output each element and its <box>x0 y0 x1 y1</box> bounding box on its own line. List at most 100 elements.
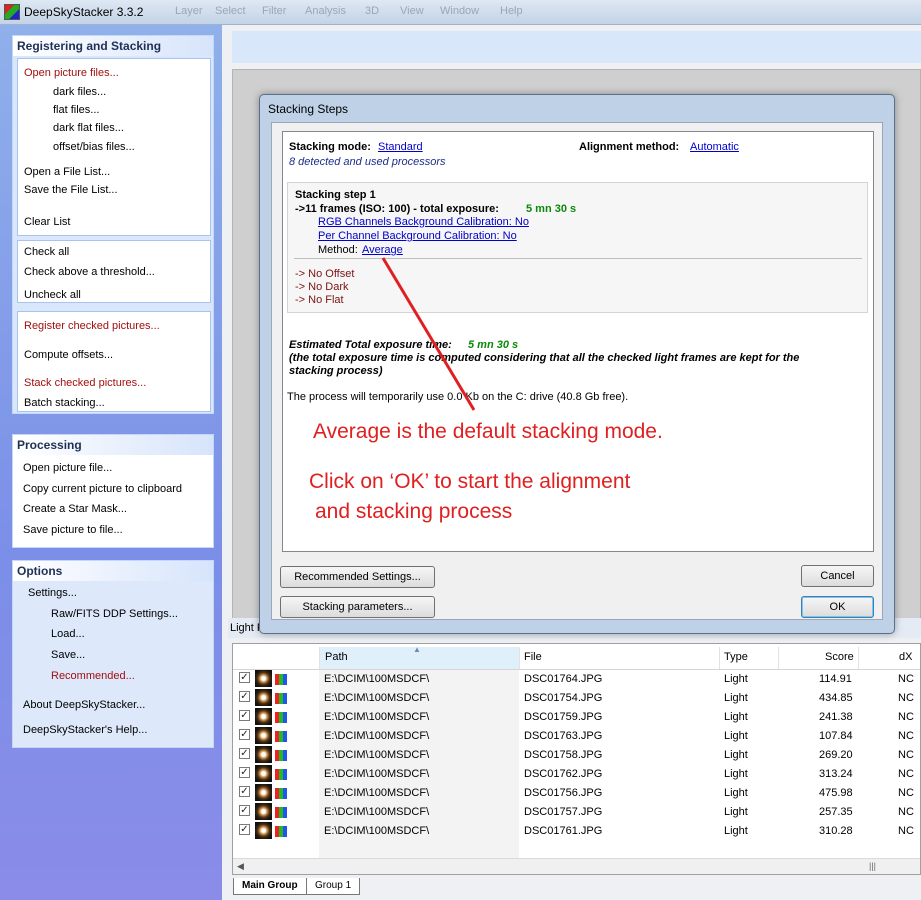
cell-score: 310.28 <box>819 825 853 837</box>
save-file-list-link[interactable]: Save the File List... <box>24 184 118 196</box>
list-header: Path ▲ File Type Score dX <box>233 645 920 670</box>
table-row[interactable]: ✓ E:\DCIM\100MSDCF\ DSC01758.JPG Light 269.2… <box>233 746 920 765</box>
rgb-calibration-link[interactable]: RGB Channels Background Calibration: No <box>318 216 529 228</box>
cell-file: DSC01754.JPG <box>524 692 603 704</box>
row-checkbox[interactable]: ✓ <box>239 710 250 721</box>
histogram-icon <box>275 693 287 704</box>
recommended-settings-link[interactable]: Recommended... <box>51 670 135 682</box>
frame-thumbnail-icon <box>255 746 272 763</box>
histogram-icon <box>275 731 287 742</box>
window-title: DeepSkyStacker 3.3.2 <box>24 5 144 19</box>
histogram-icon <box>275 712 287 723</box>
table-row[interactable]: ✓ E:\DCIM\100MSDCF\ DSC01754.JPG Light 434.8… <box>233 689 920 708</box>
row-checkbox[interactable]: ✓ <box>239 691 250 702</box>
estimated-note-line-2: stacking process) <box>289 365 383 377</box>
uncheck-all-link[interactable]: Uncheck all <box>24 289 81 301</box>
cell-score: 269.20 <box>819 749 853 761</box>
table-row[interactable]: ✓ E:\DCIM\100MSDCF\ DSC01763.JPG Light 107.8… <box>233 727 920 746</box>
row-checkbox[interactable]: ✓ <box>239 672 250 683</box>
scroll-grip-icon[interactable]: ||| <box>869 861 876 871</box>
frame-thumbnail-icon <box>255 822 272 839</box>
table-row[interactable]: ✓ E:\DCIM\100MSDCF\ DSC01762.JPG Light 313.2… <box>233 765 920 784</box>
cancel-button[interactable]: Cancel <box>801 565 874 587</box>
horizontal-scrollbar[interactable]: ◀ ||| <box>233 858 920 874</box>
estimated-exposure-label: Estimated Total exposure time: <box>289 339 452 351</box>
ok-button[interactable]: OK <box>801 596 874 618</box>
cell-dx: NC <box>898 787 914 799</box>
tab-main-group[interactable]: Main Group <box>233 878 307 895</box>
dialog-title: Stacking Steps <box>268 102 349 116</box>
save-picture-link[interactable]: Save picture to file... <box>23 524 123 536</box>
copy-to-clipboard-link[interactable]: Copy current picture to clipboard <box>23 483 182 495</box>
group-tabs: Main Group Group 1 <box>228 876 921 900</box>
create-star-mask-link[interactable]: Create a Star Mask... <box>23 503 127 515</box>
flat-files-link[interactable]: flat files... <box>53 104 99 116</box>
ghost-menu-item: Help <box>500 5 523 17</box>
stacking-parameters-button[interactable]: Stacking parameters... <box>280 596 435 618</box>
annotation-line-2: Click on ‘OK’ to start the alignment <box>309 470 631 493</box>
group-header-registering: Registering and Stacking <box>13 36 213 56</box>
dark-files-link[interactable]: dark files... <box>53 86 106 98</box>
save-settings-link[interactable]: Save... <box>51 649 85 661</box>
scroll-left-icon[interactable]: ◀ <box>237 861 244 872</box>
row-checkbox[interactable]: ✓ <box>239 824 250 835</box>
stacking-mode-label: Stacking mode: <box>289 141 371 153</box>
row-checkbox[interactable]: ✓ <box>239 786 250 797</box>
table-row[interactable]: ✓ E:\DCIM\100MSDCF\ DSC01759.JPG Light 241.3… <box>233 708 920 727</box>
stacking-steps-dialog: Stacking Steps Stacking mode: Standard A… <box>259 94 895 634</box>
table-row[interactable]: ✓ E:\DCIM\100MSDCF\ DSC01761.JPG Light 310.2… <box>233 822 920 841</box>
cell-dx: NC <box>898 673 914 685</box>
table-row[interactable]: ✓ E:\DCIM\100MSDCF\ DSC01756.JPG Light 475.9… <box>233 784 920 803</box>
check-all-link[interactable]: Check all <box>24 246 69 258</box>
row-checkbox[interactable]: ✓ <box>239 748 250 759</box>
stacking-mode-link[interactable]: Standard <box>378 141 423 153</box>
clear-list-link[interactable]: Clear List <box>24 216 70 228</box>
ghost-menu-item: View <box>400 5 424 17</box>
about-link[interactable]: About DeepSkyStacker... <box>23 699 145 711</box>
cell-score: 475.98 <box>819 787 853 799</box>
recommended-settings-button[interactable]: Recommended Settings... <box>280 566 435 588</box>
check-above-threshold-link[interactable]: Check above a threshold... <box>24 266 155 278</box>
frames-exposure: 5 mn 30 s <box>526 203 577 215</box>
offset-bias-files-link[interactable]: offset/bias files... <box>53 141 135 153</box>
cell-dx: NC <box>898 768 914 780</box>
cell-type: Light <box>724 806 748 818</box>
frame-thumbnail-icon <box>255 670 272 687</box>
tab-group-1[interactable]: Group 1 <box>306 878 361 895</box>
open-file-list-link[interactable]: Open a File List... <box>24 166 110 178</box>
cell-file: DSC01762.JPG <box>524 768 603 780</box>
table-row[interactable]: ✓ E:\DCIM\100MSDCF\ DSC01764.JPG Light 114.9… <box>233 670 920 689</box>
stack-checked-link[interactable]: Stack checked pictures... <box>24 377 146 389</box>
batch-stacking-link[interactable]: Batch stacking... <box>24 397 105 409</box>
load-settings-link[interactable]: Load... <box>51 628 85 640</box>
histogram-icon <box>275 826 287 837</box>
processors-info: 8 detected and used processors <box>289 156 446 168</box>
cell-path: E:\DCIM\100MSDCF\ <box>324 692 430 704</box>
cell-dx: NC <box>898 711 914 723</box>
row-checkbox[interactable]: ✓ <box>239 805 250 816</box>
app-icon <box>4 4 20 20</box>
table-row[interactable]: ✓ E:\DCIM\100MSDCF\ DSC01757.JPG Light 257.3… <box>233 803 920 822</box>
cell-dx: NC <box>898 749 914 761</box>
registering-stacking-group: Registering and Stacking Open picture fi… <box>12 35 214 414</box>
row-checkbox[interactable]: ✓ <box>239 767 250 778</box>
cell-score: 257.35 <box>819 806 853 818</box>
cell-path: E:\DCIM\100MSDCF\ <box>324 730 430 742</box>
cell-file: DSC01757.JPG <box>524 806 603 818</box>
settings-link[interactable]: Settings... <box>28 587 77 599</box>
column-separator <box>319 647 320 669</box>
row-checkbox[interactable]: ✓ <box>239 729 250 740</box>
open-picture-file-link[interactable]: Open picture file... <box>23 462 112 474</box>
dark-flat-files-link[interactable]: dark flat files... <box>53 122 124 134</box>
help-link[interactable]: DeepSkyStacker's Help... <box>23 724 147 736</box>
cell-file: DSC01763.JPG <box>524 730 603 742</box>
group-header-options: Options <box>13 561 213 581</box>
method-link[interactable]: Average <box>362 244 403 256</box>
open-picture-files-link[interactable]: Open picture files... <box>24 67 119 79</box>
compute-offsets-link[interactable]: Compute offsets... <box>24 349 113 361</box>
register-checked-link[interactable]: Register checked pictures... <box>24 320 160 332</box>
per-channel-calibration-link[interactable]: Per Channel Background Calibration: No <box>318 230 517 242</box>
alignment-method-link[interactable]: Automatic <box>690 141 739 153</box>
sort-arrow-icon: ▲ <box>413 645 421 654</box>
raw-fits-settings-link[interactable]: Raw/FITS DDP Settings... <box>51 608 178 620</box>
